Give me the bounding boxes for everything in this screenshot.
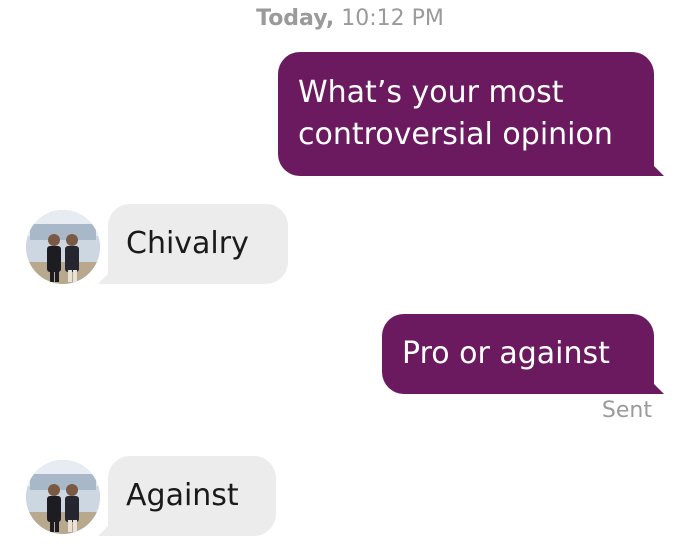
- sent-message-bubble[interactable]: Pro or against: [382, 314, 664, 394]
- timestamp-time: 10:12 PM: [341, 6, 444, 31]
- avatar-photo-icon: [26, 460, 100, 534]
- received-message-bubble[interactable]: Chivalry: [98, 204, 288, 284]
- avatar-photo-icon: [26, 210, 100, 284]
- message-status: Sent: [601, 398, 652, 423]
- message-text: Against: [126, 478, 239, 513]
- timestamp-day: Today,: [256, 6, 335, 31]
- message-text: Chivalry: [126, 226, 249, 261]
- sent-message-bubble[interactable]: What’s your most controversial opinion: [278, 52, 664, 176]
- contact-avatar[interactable]: [26, 460, 100, 534]
- message-text-line: controversial opinion: [298, 117, 613, 152]
- contact-avatar[interactable]: [26, 210, 100, 284]
- message-text-line: What’s your most: [298, 75, 564, 110]
- message-text: Pro or against: [402, 336, 610, 371]
- conversation-timestamp: Today, 10:12 PM: [0, 6, 700, 31]
- received-message-bubble[interactable]: Against: [98, 456, 276, 536]
